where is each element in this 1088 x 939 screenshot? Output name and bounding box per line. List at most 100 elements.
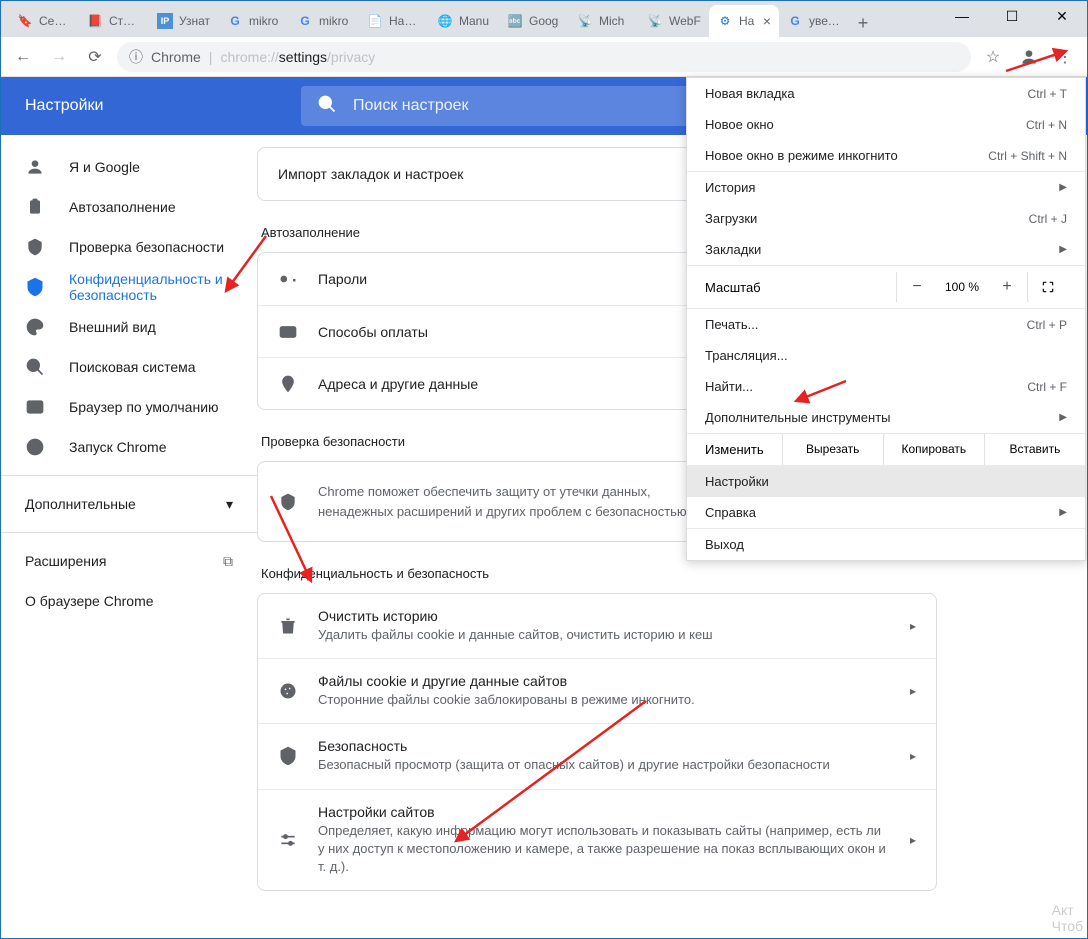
shield-icon bbox=[278, 492, 298, 512]
browser-tab[interactable]: 📄Настр bbox=[359, 5, 429, 37]
favicon-icon: 📡 bbox=[647, 13, 663, 29]
zoom-value: 100 % bbox=[937, 280, 987, 294]
power-icon bbox=[25, 437, 45, 457]
window-maximize-button[interactable]: ☐ bbox=[1002, 6, 1022, 26]
browser-tab[interactable]: Gmikro bbox=[289, 5, 359, 37]
favicon-icon: 🔤 bbox=[507, 13, 523, 29]
favicon-icon: G bbox=[297, 13, 313, 29]
tab-strip: 🔖Серви 📕Статы IPУзнат Gmikro Gmikro 📄Нас… bbox=[1, 1, 1087, 37]
site-info-icon[interactable]: ⓘ bbox=[129, 47, 143, 67]
chrome-menu: Новая вкладкаCtrl + T Новое окноCtrl + N… bbox=[686, 77, 1086, 561]
menu-paste[interactable]: Вставить bbox=[984, 434, 1085, 465]
forward-button[interactable]: → bbox=[45, 43, 73, 71]
sliders-icon bbox=[278, 830, 298, 850]
settings-search[interactable]: Поиск настроек bbox=[301, 86, 707, 126]
external-link-icon: ⧉ bbox=[223, 553, 233, 570]
menu-cast[interactable]: Трансляция... bbox=[687, 340, 1085, 371]
gear-icon: ⚙ bbox=[717, 13, 733, 29]
location-icon bbox=[278, 374, 298, 394]
sidebar-item-safety[interactable]: Проверка безопасности bbox=[1, 227, 257, 267]
sidebar-item-search[interactable]: Поисковая система bbox=[1, 347, 257, 387]
favicon-icon: 🔖 bbox=[17, 13, 33, 29]
chevron-right-icon: ▸ bbox=[910, 749, 916, 763]
chevron-down-icon: ▾ bbox=[226, 496, 233, 513]
shield-icon bbox=[278, 746, 298, 766]
trash-icon bbox=[278, 616, 298, 636]
menu-copy[interactable]: Копировать bbox=[883, 434, 984, 465]
menu-more-tools[interactable]: Дополнительные инструменты▶ bbox=[687, 402, 1085, 433]
favicon-icon: IP bbox=[157, 13, 173, 29]
clipboard-icon bbox=[25, 197, 45, 217]
new-tab-button[interactable]: + bbox=[849, 9, 877, 37]
back-button[interactable]: ← bbox=[9, 43, 37, 71]
sidebar-item-advanced[interactable]: Дополнительные▾ bbox=[1, 484, 257, 524]
browser-tab[interactable]: 📡WebF bbox=[639, 5, 709, 37]
privacy-section-title: Конфиденциальность и безопасность bbox=[261, 566, 1087, 581]
search-placeholder: Поиск настроек bbox=[353, 97, 469, 115]
reload-button[interactable]: ⟳ bbox=[81, 43, 109, 71]
favicon-icon: 📡 bbox=[577, 13, 593, 29]
menu-bookmarks[interactable]: Закладки▶ bbox=[687, 234, 1085, 265]
menu-new-window[interactable]: Новое окноCtrl + N bbox=[687, 109, 1085, 140]
menu-settings[interactable]: Настройки bbox=[687, 466, 1085, 497]
chevron-right-icon: ▸ bbox=[910, 833, 916, 847]
address-bar[interactable]: ⓘ Chrome | chrome://settings/privacy bbox=[117, 42, 971, 72]
window-close-button[interactable]: ✕ bbox=[1052, 6, 1072, 26]
chrome-menu-button[interactable]: ⋮ bbox=[1051, 43, 1079, 71]
bookmark-star-icon[interactable]: ☆ bbox=[979, 43, 1007, 71]
fullscreen-button[interactable] bbox=[1027, 272, 1067, 302]
browser-tab[interactable]: 🔖Серви bbox=[9, 5, 79, 37]
zoom-out-button[interactable]: − bbox=[897, 272, 937, 302]
sidebar-item-privacy[interactable]: Конфиденциальность и безопасность bbox=[1, 267, 257, 307]
favicon-icon: 📕 bbox=[87, 13, 103, 29]
browser-tab[interactable]: 🌐Manu bbox=[429, 5, 499, 37]
menu-downloads[interactable]: ЗагрузкиCtrl + J bbox=[687, 203, 1085, 234]
sidebar-item-appearance[interactable]: Внешний вид bbox=[1, 307, 257, 347]
toolbar: ← → ⟳ ⓘ Chrome | chrome://settings/priva… bbox=[1, 37, 1087, 77]
browser-tab[interactable]: 📡Mich bbox=[569, 5, 639, 37]
browser-tab[interactable]: 🔤Goog bbox=[499, 5, 569, 37]
browser-tab[interactable]: IPУзнат bbox=[149, 5, 219, 37]
sidebar-item-default-browser[interactable]: Браузер по умолчанию bbox=[1, 387, 257, 427]
sidebar-item-autofill[interactable]: Автозаполнение bbox=[1, 187, 257, 227]
profile-avatar-icon[interactable] bbox=[1015, 43, 1043, 71]
menu-incognito[interactable]: Новое окно в режиме инкогнитоCtrl + Shif… bbox=[687, 140, 1085, 171]
chevron-right-icon: ▶ bbox=[1059, 507, 1067, 518]
chevron-right-icon: ▸ bbox=[910, 619, 916, 633]
menu-help[interactable]: Справка▶ bbox=[687, 497, 1085, 528]
site-settings-row[interactable]: Настройки сайтовОпределяет, какую информ… bbox=[258, 789, 936, 891]
browser-tab[interactable]: Gуведо bbox=[779, 5, 849, 37]
favicon-icon: 🌐 bbox=[437, 13, 453, 29]
zoom-in-button[interactable]: + bbox=[987, 272, 1027, 302]
chevron-right-icon: ▶ bbox=[1059, 182, 1067, 193]
favicon-icon: G bbox=[787, 13, 803, 29]
browser-tab-active[interactable]: ⚙На× bbox=[709, 5, 779, 37]
menu-zoom: Масштаб − 100 % + bbox=[687, 266, 1085, 308]
sidebar-item-google[interactable]: Я и Google bbox=[1, 147, 257, 187]
sidebar: Я и Google Автозаполнение Проверка безоп… bbox=[1, 135, 257, 938]
menu-new-tab[interactable]: Новая вкладкаCtrl + T bbox=[687, 78, 1085, 109]
sidebar-item-extensions[interactable]: Расширения⧉ bbox=[1, 541, 257, 581]
chevron-right-icon: ▸ bbox=[910, 684, 916, 698]
chevron-right-icon: ▶ bbox=[1059, 244, 1067, 255]
browser-tab[interactable]: 📕Статы bbox=[79, 5, 149, 37]
sidebar-item-startup[interactable]: Запуск Chrome bbox=[1, 427, 257, 467]
menu-history[interactable]: История▶ bbox=[687, 172, 1085, 203]
menu-print[interactable]: Печать...Ctrl + P bbox=[687, 309, 1085, 340]
menu-cut[interactable]: Вырезать bbox=[782, 434, 883, 465]
favicon-icon: G bbox=[227, 13, 243, 29]
window-minimize-button[interactable]: — bbox=[952, 6, 972, 26]
settings-title: Настройки bbox=[1, 97, 301, 115]
url-scheme: Chrome bbox=[151, 49, 201, 65]
security-row[interactable]: БезопасностьБезопасный просмотр (защита … bbox=[258, 723, 936, 788]
card-icon bbox=[278, 322, 298, 342]
cookies-row[interactable]: Файлы cookie и другие данные сайтовСторо… bbox=[258, 658, 936, 723]
menu-find[interactable]: Найти...Ctrl + F bbox=[687, 371, 1085, 402]
menu-exit[interactable]: Выход bbox=[687, 529, 1085, 560]
clear-data-row[interactable]: Очистить историюУдалить файлы cookie и д… bbox=[258, 594, 936, 658]
key-icon bbox=[278, 269, 298, 289]
sidebar-item-about[interactable]: О браузере Chrome bbox=[1, 581, 257, 621]
close-icon[interactable]: × bbox=[763, 13, 771, 29]
chevron-right-icon: ▶ bbox=[1059, 412, 1067, 423]
browser-tab[interactable]: Gmikro bbox=[219, 5, 289, 37]
